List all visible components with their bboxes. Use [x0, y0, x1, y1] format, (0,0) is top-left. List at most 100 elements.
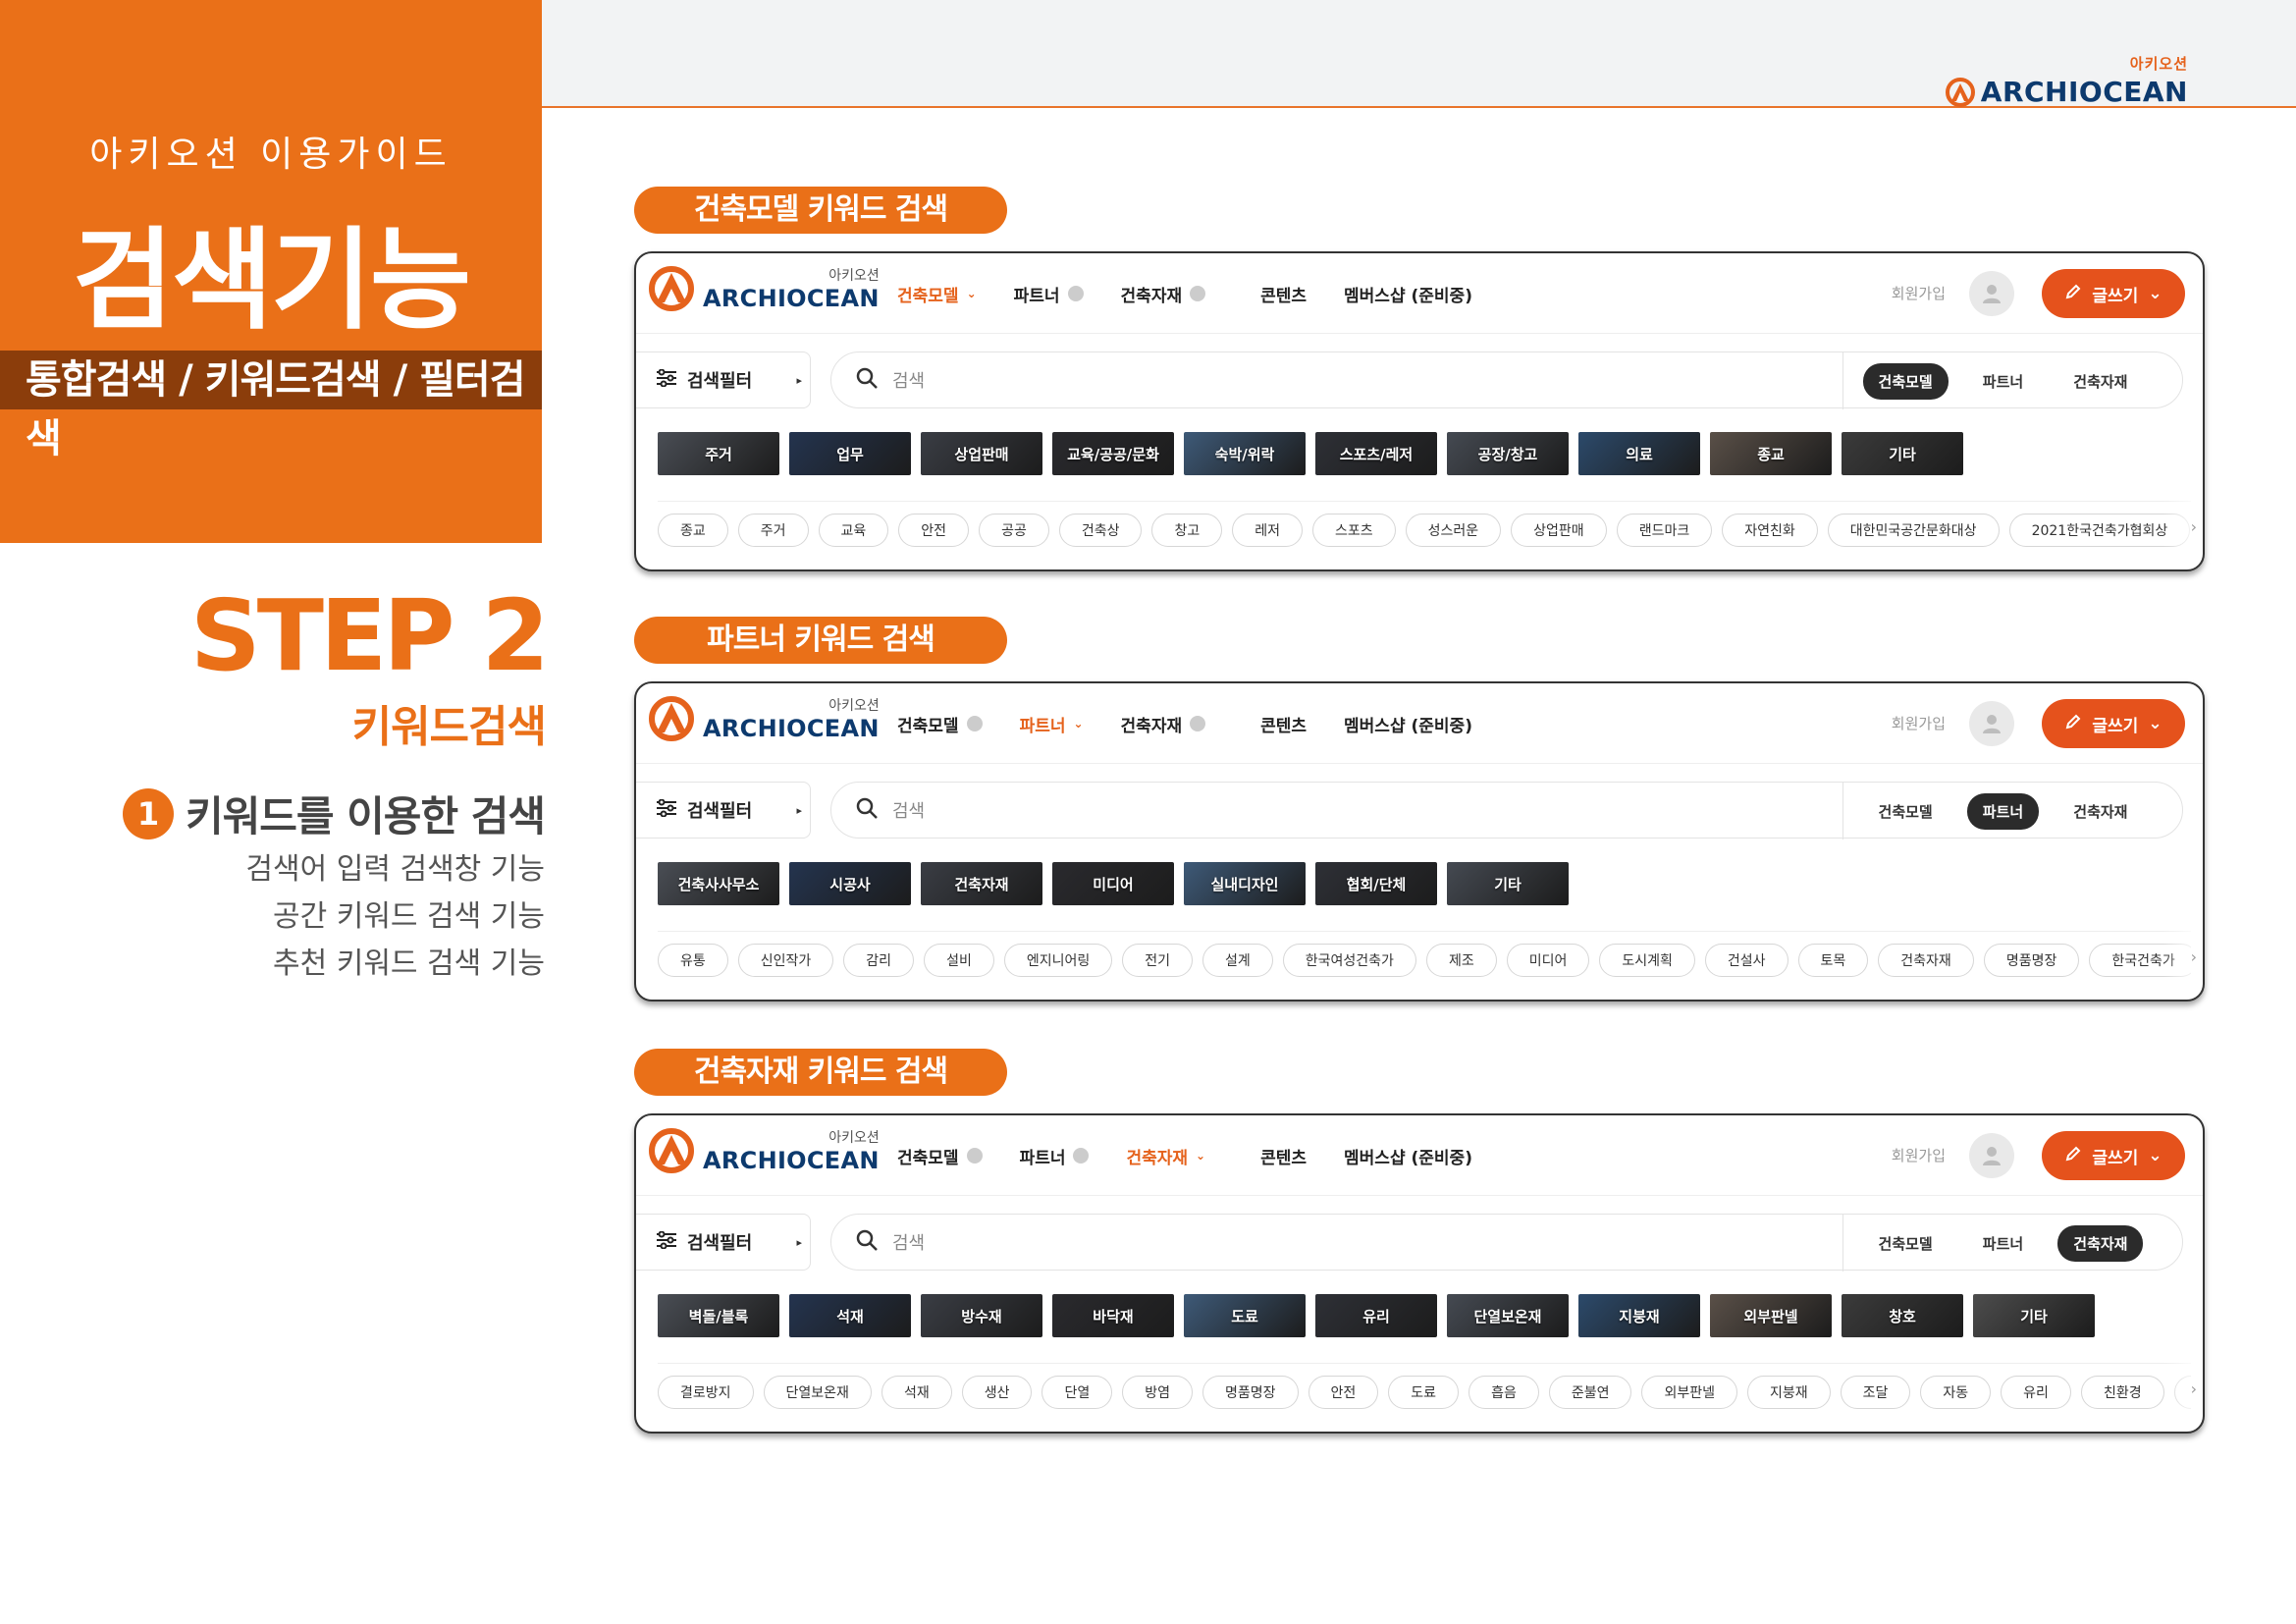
menu-item[interactable]: 파트너	[1014, 282, 1084, 306]
search-scope-tab[interactable]: 건축모델	[1863, 793, 1949, 830]
keyword-chip[interactable]: 성스러운	[1405, 514, 1502, 547]
category-button[interactable]: 시공사	[789, 862, 911, 905]
keyword-chip[interactable]: 대한민국공간문화대상	[1827, 514, 2000, 547]
keyword-chip[interactable]: 유리	[2001, 1376, 2071, 1409]
write-button[interactable]: 글쓰기 ⌄	[2042, 1131, 2185, 1180]
menu-item[interactable]: 건축모델 ⌄	[897, 282, 977, 306]
keyword-chip[interactable]: 전기	[1122, 944, 1193, 977]
keyword-chip[interactable]: 자연친화	[1722, 514, 1818, 547]
keyword-chip[interactable]: 건축상	[1058, 514, 1143, 547]
keyword-chip[interactable]: 토목	[1797, 944, 1869, 977]
keyword-chip[interactable]: 준불연	[1548, 1376, 1632, 1409]
keyword-chip[interactable]: 도료	[1388, 1376, 1460, 1409]
keyword-chip[interactable]: 단열	[1041, 1376, 1113, 1409]
menu-item[interactable]: 콘텐츠	[1260, 712, 1307, 736]
keyword-chip[interactable]: 안전	[1308, 1376, 1379, 1409]
search-scope-tab[interactable]: 파트너	[1967, 1225, 2039, 1262]
search-scope-tab[interactable]: 파트너	[1967, 363, 2039, 400]
keyword-chip[interactable]: 공공	[979, 514, 1049, 547]
category-button[interactable]: 유리	[1315, 1294, 1437, 1337]
keyword-chip[interactable]: 창고	[1151, 514, 1223, 547]
search-filter-button[interactable]: 검색필터 ▸	[636, 782, 811, 839]
site-logo[interactable]: 아키오션 ARCHIOCEAN	[648, 695, 880, 742]
search-scope-tab[interactable]: 건축모델	[1862, 362, 1949, 400]
keyword-chip[interactable]: 건축자재	[1878, 944, 1974, 977]
keyword-chip[interactable]: 설비	[924, 944, 994, 977]
category-button[interactable]: 공장/창고	[1447, 432, 1569, 475]
menu-item[interactable]: 건축자재	[1121, 282, 1206, 306]
user-avatar-icon[interactable]	[1969, 271, 2014, 316]
user-avatar-icon[interactable]	[1969, 1133, 2014, 1178]
keyword-chip[interactable]: 종교	[658, 514, 728, 547]
search-scope-tab[interactable]: 건축자재	[2057, 363, 2143, 400]
category-button[interactable]: 바닥재	[1052, 1294, 1174, 1337]
category-button[interactable]: 외부판넬	[1710, 1294, 1832, 1337]
search-input[interactable]: 검색 건축모델 파트너 건축자재	[830, 1214, 2183, 1272]
user-avatar-icon[interactable]	[1969, 701, 2014, 746]
keyword-chip[interactable]: 생산	[961, 1376, 1033, 1409]
keyword-chip[interactable]: 명품명장	[1202, 1376, 1299, 1409]
keyword-chip[interactable]: 제조	[1425, 944, 1497, 977]
category-button[interactable]: 단열보온재	[1447, 1294, 1569, 1337]
category-button[interactable]: 기타	[1842, 432, 1963, 475]
keyword-chip[interactable]: 자동	[1920, 1376, 1992, 1409]
category-button[interactable]: 업무	[789, 432, 911, 475]
category-button[interactable]: 숙박/위락	[1184, 432, 1306, 475]
menu-item[interactable]: 파트너 ⌄	[1020, 712, 1084, 736]
scroll-right-icon[interactable]: ›	[2163, 931, 2203, 982]
category-button[interactable]: 상업판매	[921, 432, 1042, 475]
scroll-right-icon[interactable]: ›	[2163, 501, 2203, 552]
category-button[interactable]: 교육/공공/문화	[1052, 432, 1174, 475]
keyword-chip[interactable]: 감리	[843, 944, 915, 977]
category-button[interactable]: 창호	[1842, 1294, 1963, 1337]
menu-item[interactable]: 건축자재	[1121, 712, 1206, 736]
menu-item[interactable]: 멤버스샵 (준비중)	[1344, 282, 1472, 306]
menu-item[interactable]: 건축모델	[897, 712, 983, 736]
search-input[interactable]: 검색 건축모델 파트너 건축자재	[830, 782, 2183, 839]
site-logo[interactable]: 아키오션 ARCHIOCEAN	[648, 1127, 880, 1174]
search-input[interactable]: 검색 건축모델 파트너 건축자재	[830, 352, 2183, 409]
keyword-chip[interactable]: 미디어	[1506, 944, 1590, 977]
keyword-chip[interactable]: 석재	[881, 1376, 952, 1409]
category-button[interactable]: 기타	[1973, 1294, 2095, 1337]
category-button[interactable]: 기타	[1447, 862, 1569, 905]
category-button[interactable]: 도료	[1184, 1294, 1306, 1337]
search-filter-button[interactable]: 검색필터 ▸	[636, 1214, 811, 1271]
keyword-chip[interactable]: 주거	[737, 514, 809, 547]
category-button[interactable]: 석재	[789, 1294, 911, 1337]
category-button[interactable]: 의료	[1578, 432, 1700, 475]
keyword-chip[interactable]: 유통	[658, 944, 728, 977]
keyword-chip[interactable]: 상업판매	[1511, 514, 1607, 547]
category-button[interactable]: 협회/단체	[1315, 862, 1437, 905]
menu-item[interactable]: 콘텐츠	[1260, 282, 1307, 306]
menu-item[interactable]: 멤버스샵 (준비중)	[1344, 1144, 1472, 1168]
site-logo[interactable]: 아키오션 ARCHIOCEAN	[648, 265, 880, 312]
keyword-chip[interactable]: 한국여성건축가	[1282, 944, 1416, 977]
category-button[interactable]: 건축자재	[921, 862, 1042, 905]
keyword-chip[interactable]: 랜드마크	[1616, 514, 1713, 547]
keyword-chip[interactable]: 도시계획	[1599, 944, 1695, 977]
menu-item[interactable]: 파트너	[1020, 1144, 1090, 1168]
category-button[interactable]: 미디어	[1052, 862, 1174, 905]
category-button[interactable]: 종교	[1710, 432, 1832, 475]
keyword-chip[interactable]: 지붕재	[1747, 1376, 1831, 1409]
keyword-chip[interactable]: 신인작가	[737, 944, 834, 977]
write-button[interactable]: 글쓰기 ⌄	[2042, 269, 2185, 318]
keyword-chip[interactable]: 조달	[1840, 1376, 1911, 1409]
scroll-right-icon[interactable]: ›	[2163, 1363, 2203, 1414]
keyword-chip[interactable]: 친환경	[2080, 1376, 2164, 1409]
keyword-chip[interactable]: 단열보온재	[763, 1376, 872, 1409]
keyword-chip[interactable]: 흡음	[1468, 1376, 1539, 1409]
category-button[interactable]: 건축사사무소	[658, 862, 779, 905]
menu-item[interactable]: 건축모델	[897, 1144, 983, 1168]
signup-link[interactable]: 회원가입	[1892, 1145, 1946, 1165]
keyword-chip[interactable]: 안전	[898, 514, 970, 547]
search-scope-tab[interactable]: 건축자재	[2057, 793, 2143, 830]
category-button[interactable]: 스포츠/레저	[1315, 432, 1437, 475]
keyword-chip[interactable]: 엔지니어링	[1003, 944, 1113, 977]
search-scope-tab[interactable]: 파트너	[1966, 792, 2040, 830]
keyword-chip[interactable]: 명품명장	[1983, 944, 2080, 977]
signup-link[interactable]: 회원가입	[1892, 283, 1946, 303]
search-scope-tab[interactable]: 건축자재	[2057, 1224, 2144, 1262]
menu-item[interactable]: 콘텐츠	[1260, 1144, 1307, 1168]
